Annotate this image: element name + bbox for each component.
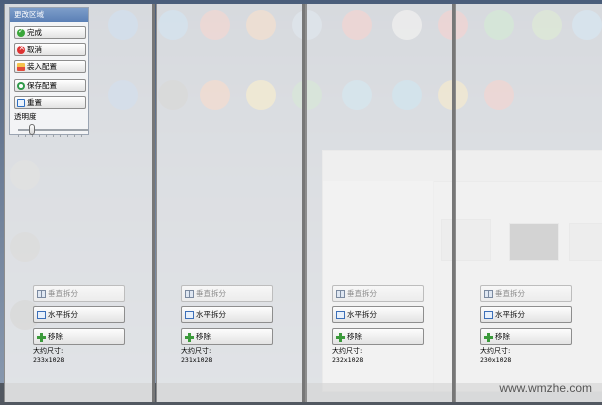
- size-value: 232x1028: [332, 356, 364, 364]
- reset-icon: [17, 98, 25, 107]
- move-icon: [484, 332, 493, 342]
- vertical-split-icon: [484, 289, 493, 298]
- button-label: 移除: [347, 332, 362, 341]
- horizontal-split-icon: [37, 310, 46, 319]
- column-divider[interactable]: [152, 4, 155, 402]
- horizontal-split-button[interactable]: 水平拆分: [480, 306, 572, 323]
- horizontal-split-icon: [336, 310, 345, 319]
- watermark: www.wmzhe.com: [499, 381, 592, 395]
- vertical-split-button[interactable]: 垂直拆分: [480, 285, 572, 302]
- horizontal-split-button[interactable]: 水平拆分: [181, 306, 273, 323]
- horizontal-split-button[interactable]: 水平拆分: [33, 306, 125, 323]
- vertical-split-icon: [37, 289, 46, 298]
- save-icon: [17, 81, 25, 90]
- button-label: 装入配置: [27, 62, 57, 71]
- button-label: 水平拆分: [495, 310, 525, 319]
- remove-button[interactable]: 移除: [332, 328, 424, 345]
- horizontal-split-icon: [185, 310, 194, 319]
- save-config-button[interactable]: 保存配置: [14, 79, 86, 92]
- button-label: 垂直拆分: [347, 289, 377, 298]
- button-label: 取消: [27, 45, 42, 54]
- size-value: 230x1028: [480, 356, 512, 364]
- opacity-slider-ticks: [18, 134, 88, 137]
- size-value: 233x1028: [33, 356, 65, 364]
- horizontal-split-icon: [484, 310, 493, 319]
- move-icon: [336, 332, 345, 342]
- cancel-button[interactable]: 取消: [14, 43, 86, 56]
- opacity-label: 透明度: [14, 112, 37, 121]
- button-label: 垂直拆分: [48, 289, 78, 298]
- button-label: 水平拆分: [48, 310, 78, 319]
- column-divider[interactable]: [452, 4, 455, 402]
- size-label: 大约尺寸:: [33, 347, 64, 355]
- button-label: 完成: [27, 28, 42, 37]
- folder-icon: [17, 62, 25, 71]
- vertical-split-icon: [336, 289, 345, 298]
- button-label: 重置: [27, 98, 42, 107]
- button-label: 垂直拆分: [495, 289, 525, 298]
- check-icon: [17, 27, 25, 37]
- panel-title: 更改区域: [10, 8, 88, 22]
- button-label: 垂直拆分: [196, 289, 226, 298]
- vertical-split-button[interactable]: 垂直拆分: [332, 285, 424, 302]
- size-value: 231x1028: [181, 356, 213, 364]
- size-label: 大约尺寸:: [181, 347, 212, 355]
- done-button[interactable]: 完成: [14, 26, 86, 39]
- vertical-split-icon: [185, 289, 194, 298]
- horizontal-split-button[interactable]: 水平拆分: [332, 306, 424, 323]
- remove-button[interactable]: 移除: [181, 328, 273, 345]
- button-label: 移除: [48, 332, 63, 341]
- vertical-split-button[interactable]: 垂直拆分: [181, 285, 273, 302]
- button-label: 移除: [495, 332, 510, 341]
- button-label: 移除: [196, 332, 211, 341]
- move-icon: [185, 332, 194, 342]
- remove-button[interactable]: 移除: [480, 328, 572, 345]
- reset-button[interactable]: 重置: [14, 96, 86, 109]
- opacity-slider-thumb[interactable]: [29, 124, 35, 135]
- size-label: 大约尺寸:: [480, 347, 511, 355]
- column-divider[interactable]: [302, 4, 305, 402]
- vertical-split-button[interactable]: 垂直拆分: [33, 285, 125, 302]
- button-label: 水平拆分: [347, 310, 377, 319]
- size-label: 大约尺寸:: [332, 347, 363, 355]
- load-config-button[interactable]: 装入配置: [14, 60, 86, 73]
- cancel-icon: [17, 43, 25, 54]
- split-overlay: 垂直拆分 水平拆分 移除 大约尺寸: 233x1028 垂直拆分 水平拆分 移除…: [0, 0, 602, 405]
- button-label: 保存配置: [27, 81, 57, 90]
- remove-button[interactable]: 移除: [33, 328, 125, 345]
- region-control-panel: 更改区域 完成 取消 装入配置 保存配置 重置 透明度: [9, 7, 89, 137]
- button-label: 水平拆分: [196, 310, 226, 319]
- move-icon: [37, 332, 46, 342]
